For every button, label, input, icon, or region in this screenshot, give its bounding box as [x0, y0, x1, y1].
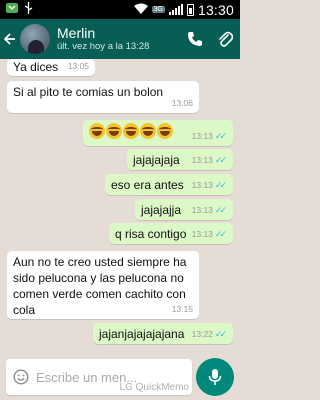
usb-icon	[23, 2, 34, 17]
wifi-icon	[133, 3, 148, 17]
message-outgoing: jajajajja 13:13 ✓✓	[135, 199, 233, 220]
emoji-button[interactable]	[6, 359, 36, 395]
message-outgoing: q risa contigo 13:13 ✓✓	[109, 223, 233, 244]
message-outgoing: jajanjajajajajana 13:22 ✓✓	[93, 323, 233, 344]
message-list[interactable]: Ya dices 13:05 Si al pito te comias un b…	[0, 59, 240, 354]
avatar[interactable]	[20, 24, 50, 54]
tears-of-joy-icon	[89, 123, 105, 139]
read-ticks-icon: ✓✓	[214, 329, 227, 339]
message-time: 13:13	[191, 229, 213, 239]
smiley-icon	[13, 369, 29, 385]
message-incoming: Ya dices 13:05	[7, 59, 95, 76]
watermark: LG QuickMemo	[119, 382, 189, 393]
message-time: 13:13	[191, 131, 213, 141]
back-button[interactable]	[2, 19, 18, 59]
read-ticks-icon: ✓✓	[214, 155, 227, 165]
tears-of-joy-icon	[157, 123, 173, 139]
message-time: 13:13	[191, 205, 213, 215]
message-time: 13:13	[191, 155, 213, 165]
message-time: 13:22	[191, 329, 213, 339]
message-text: Ya dices	[13, 60, 59, 74]
message-text: Si al pito te comias un bolon	[13, 85, 164, 99]
read-ticks-icon: ✓✓	[214, 205, 227, 215]
message-outgoing: jajajajaja 13:13 ✓✓	[127, 149, 233, 170]
composer: LG QuickMemo	[0, 354, 240, 400]
read-ticks-icon: ✓✓	[214, 229, 227, 239]
contact-info[interactable]: Merlin últ. vez hoy a la 13:28	[57, 25, 180, 53]
contact-name: Merlin	[57, 25, 96, 41]
signal-icon	[168, 4, 183, 15]
mic-button[interactable]	[196, 358, 234, 396]
message-text: jajanjajajajajana	[99, 327, 185, 341]
arrow-left-icon	[4, 33, 15, 45]
message-time: 13:06	[171, 98, 193, 108]
message-meta: 13:13 ✓✓	[192, 128, 227, 144]
message-incoming: Aun no te creo usted siempre ha sido pel…	[7, 251, 199, 319]
tears-of-joy-icon	[106, 123, 122, 139]
battery-icon	[186, 3, 194, 16]
message-text: q risa contigo	[115, 227, 187, 241]
message-text: jajajajja	[141, 203, 182, 217]
message-input-container: LG QuickMemo	[6, 359, 192, 395]
read-ticks-icon: ✓✓	[214, 180, 227, 190]
chat-header: Merlin últ. vez hoy a la 13:28	[0, 19, 240, 59]
call-button[interactable]	[180, 19, 210, 59]
status-bar: 3G 13:30	[0, 0, 240, 19]
message-time: 13:15	[171, 304, 193, 314]
paperclip-icon	[219, 31, 233, 47]
message-time: 13:05	[67, 61, 89, 71]
message-meta: 13:13 ✓✓	[192, 202, 227, 218]
message-meta: 13:22 ✓✓	[192, 326, 227, 342]
clock: 13:30	[197, 1, 234, 18]
message-text: jajajajaja	[133, 153, 180, 167]
message-meta: 13:13 ✓✓	[192, 177, 227, 193]
last-seen: últ. vez hoy a la 13:28	[57, 41, 150, 52]
microphone-icon	[208, 369, 222, 385]
message-outgoing: 13:13 ✓✓	[83, 120, 233, 146]
phone-icon	[188, 32, 202, 46]
read-ticks-icon: ✓✓	[214, 131, 227, 141]
message-outgoing: eso era antes 13:13 ✓✓	[105, 174, 233, 195]
message-text: Aun no te creo usted siempre ha sido pel…	[13, 255, 187, 317]
tears-of-joy-icon	[123, 123, 139, 139]
message-meta: 13:13 ✓✓	[192, 152, 227, 168]
attach-button[interactable]	[210, 19, 240, 59]
message-meta: 13:13 ✓✓	[192, 226, 227, 242]
message-text: eso era antes	[111, 178, 184, 192]
message-time: 13:13	[191, 180, 213, 190]
network-type-badge: 3G	[151, 6, 165, 13]
notification-icon	[6, 2, 18, 17]
message-incoming: Si al pito te comias un bolon 13:06	[7, 81, 199, 113]
tears-of-joy-icon	[140, 123, 156, 139]
